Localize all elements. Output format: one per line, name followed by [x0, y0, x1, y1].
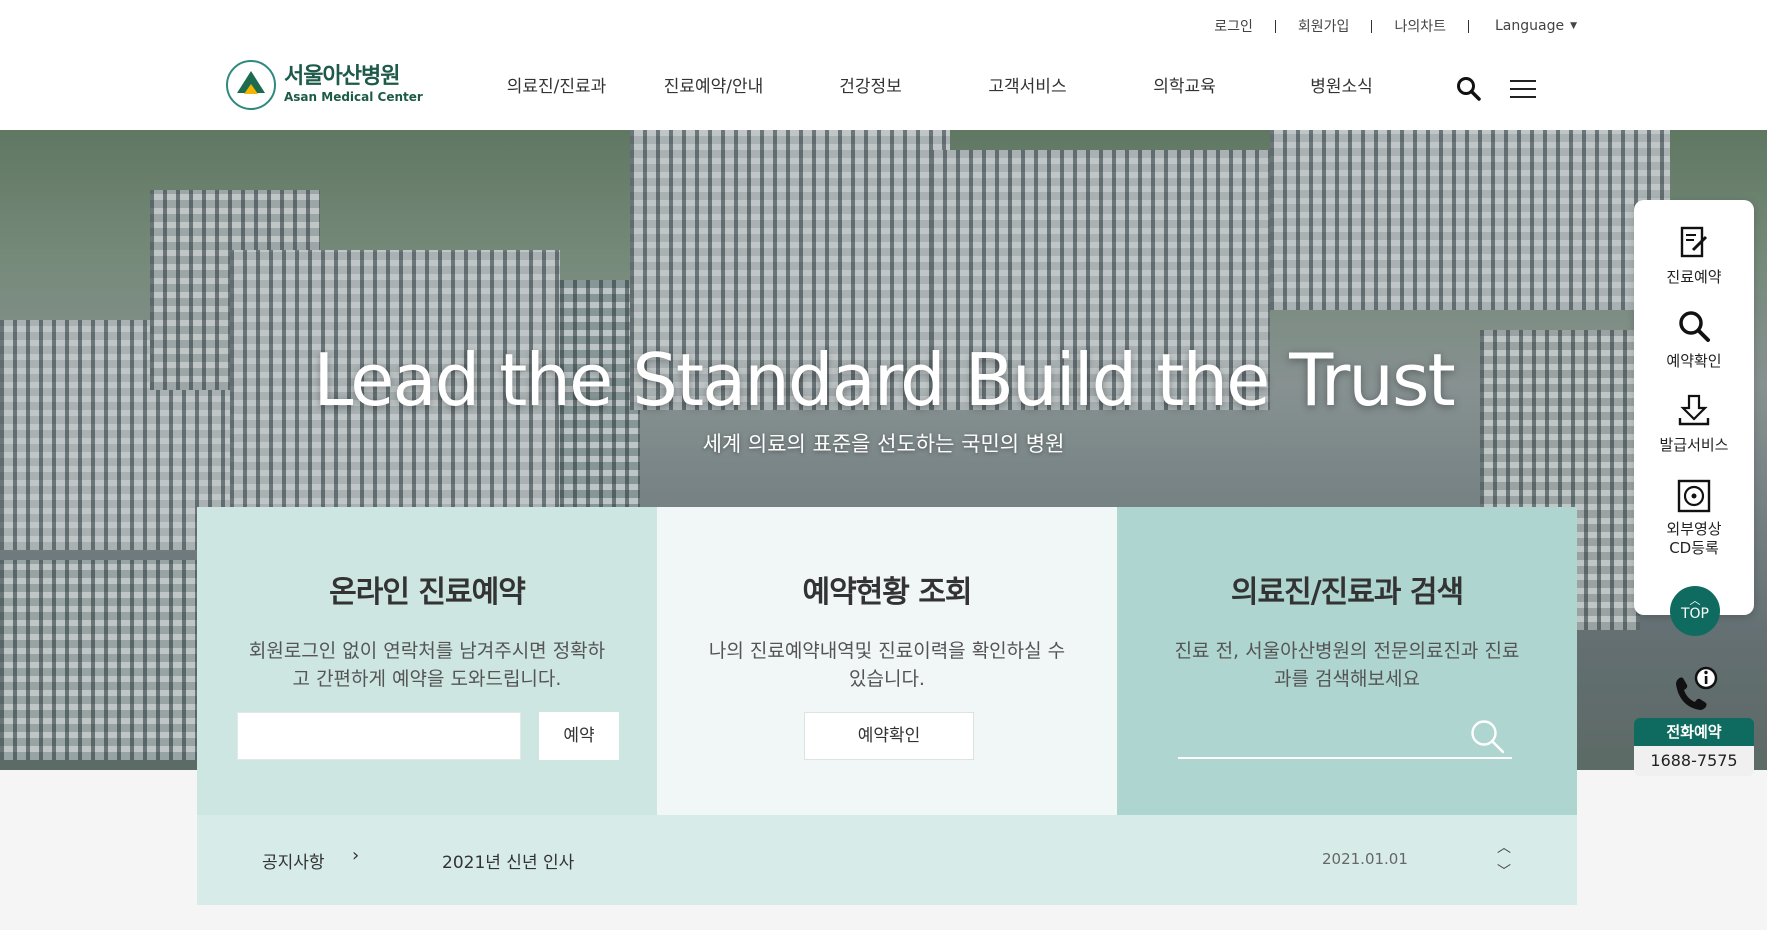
nav-customer-service[interactable]: 고객서비스 — [949, 72, 1106, 97]
quick-item-label: 외부영상 CD등록 — [1666, 520, 1722, 557]
download-icon — [1678, 394, 1710, 426]
page: 로그인 회원가입 나의차트 Language ▼ 서울아산병원 Asan Med… — [0, 0, 1767, 930]
notice-label[interactable]: 공지사항 — [262, 848, 325, 873]
my-chart-link[interactable]: 나의차트 — [1372, 16, 1468, 36]
nav-hospital-news[interactable]: 병원소식 — [1263, 72, 1420, 97]
panel-description: 진료 전, 서울아산병원의 전문의료진과 진료과를 검색해보세요 — [1174, 640, 1520, 690]
site-header: 로그인 회원가입 나의차트 Language ▼ 서울아산병원 Asan Med… — [0, 0, 1767, 130]
quick-item-issuance[interactable]: 발급서비스 — [1634, 392, 1754, 455]
language-label: Language — [1494, 18, 1565, 34]
quick-item-check-reservation[interactable]: 예약확인 — [1634, 308, 1754, 371]
notice-date: 2021.01.01 — [1322, 850, 1408, 868]
phone-info-icon[interactable] — [1668, 664, 1720, 716]
scroll-top-button[interactable]: ︿ TOP — [1670, 586, 1720, 636]
nav-doctors-departments[interactable]: 의료진/진료과 — [478, 72, 635, 97]
doctor-search-panel: 의료진/진료과 검색 진료 전, 서울아산병원의 전문의료진과 진료과를 검색해… — [1117, 507, 1577, 815]
doctor-search-input[interactable] — [1178, 757, 1512, 759]
main-nav: 의료진/진료과 진료예약/안내 건강정보 고객서비스 의학교육 병원소식 — [478, 72, 1420, 97]
notice-bar: 공지사항 › 2021년 신년 인사 2021.01.01 ︿ ﹀ — [197, 815, 1577, 905]
cd-disc-icon — [1677, 479, 1711, 513]
phone-number: 1688-7575 — [1634, 746, 1754, 776]
panel-description: 회원로그인 없이 연락처를 남겨주시면 정확하고 간편하게 예약을 도와드립니다… — [248, 640, 606, 690]
chevron-up-icon[interactable]: ︿ — [1497, 837, 1511, 857]
chevron-right-icon[interactable]: › — [352, 845, 359, 866]
quick-item-label: 예약확인 — [1666, 352, 1722, 370]
phone-reservation-label[interactable]: 전화예약 — [1634, 718, 1754, 746]
online-reservation-panel: 온라인 진료예약 회원로그인 없이 연락처를 남겨주시면 정확하고 간편하게 예… — [197, 507, 657, 815]
signup-link[interactable]: 회원가입 — [1276, 16, 1372, 36]
quick-item-label: 진료예약 — [1666, 268, 1722, 286]
panel-title: 의료진/진료과 검색 — [1230, 575, 1464, 610]
nav-health-info[interactable]: 건강정보 — [792, 72, 949, 97]
quick-item-label: 발급서비스 — [1659, 436, 1729, 454]
quick-item-cd-register[interactable]: 외부영상 CD등록 — [1634, 478, 1754, 558]
hero-subtitle: 세계 의료의 표준을 선도하는 국민의 병원 — [702, 432, 1065, 456]
language-select[interactable]: Language ▼ — [1469, 18, 1577, 34]
search-icon[interactable] — [1456, 76, 1482, 102]
logo-english-text: Asan Medical Center — [284, 90, 423, 104]
nav-reservation-guide[interactable]: 진료예약/안내 — [635, 72, 792, 97]
search-icon — [1679, 311, 1710, 342]
asan-foundation-emblem-icon — [226, 60, 276, 110]
utility-nav: 로그인 회원가입 나의차트 Language ▼ — [1192, 16, 1577, 36]
notice-title[interactable]: 2021년 신년 인사 — [442, 848, 574, 873]
caret-down-icon: ▼ — [1570, 21, 1577, 31]
panel-title: 온라인 진료예약 — [329, 575, 526, 610]
check-reservation-button[interactable]: 예약확인 — [804, 712, 974, 760]
reserve-button[interactable]: 예약 — [539, 712, 619, 760]
reservation-contact-input[interactable] — [237, 712, 521, 760]
panel-description: 나의 진료예약내역및 진료이력을 확인하실 수 있습니다. — [708, 640, 1066, 690]
chevron-down-icon[interactable]: ﹀ — [1497, 861, 1511, 881]
chevron-up-icon: ︿ — [1689, 594, 1701, 607]
quick-menu: 진료예약 예약확인 발급서비스 외부영상 CD등록 — [1634, 200, 1754, 615]
search-icon[interactable] — [1469, 718, 1507, 756]
hamburger-menu-icon[interactable] — [1510, 80, 1536, 100]
logo-korean-text: 서울아산병원 — [284, 64, 400, 89]
nav-medical-education[interactable]: 의학교육 — [1106, 72, 1263, 97]
panel-title: 예약현황 조회 — [802, 575, 972, 610]
logo[interactable]: 서울아산병원 Asan Medical Center — [226, 60, 423, 110]
hero-title: Lead the Standard Build the Trust — [313, 338, 1455, 422]
top-label: TOP — [1680, 606, 1709, 622]
reservation-status-panel: 예약현황 조회 나의 진료예약내역및 진료이력을 확인하실 수 있습니다. 예약… — [657, 507, 1117, 815]
quick-item-reservation[interactable]: 진료예약 — [1634, 224, 1754, 287]
login-link[interactable]: 로그인 — [1192, 16, 1275, 36]
clipboard-edit-icon — [1680, 226, 1708, 258]
